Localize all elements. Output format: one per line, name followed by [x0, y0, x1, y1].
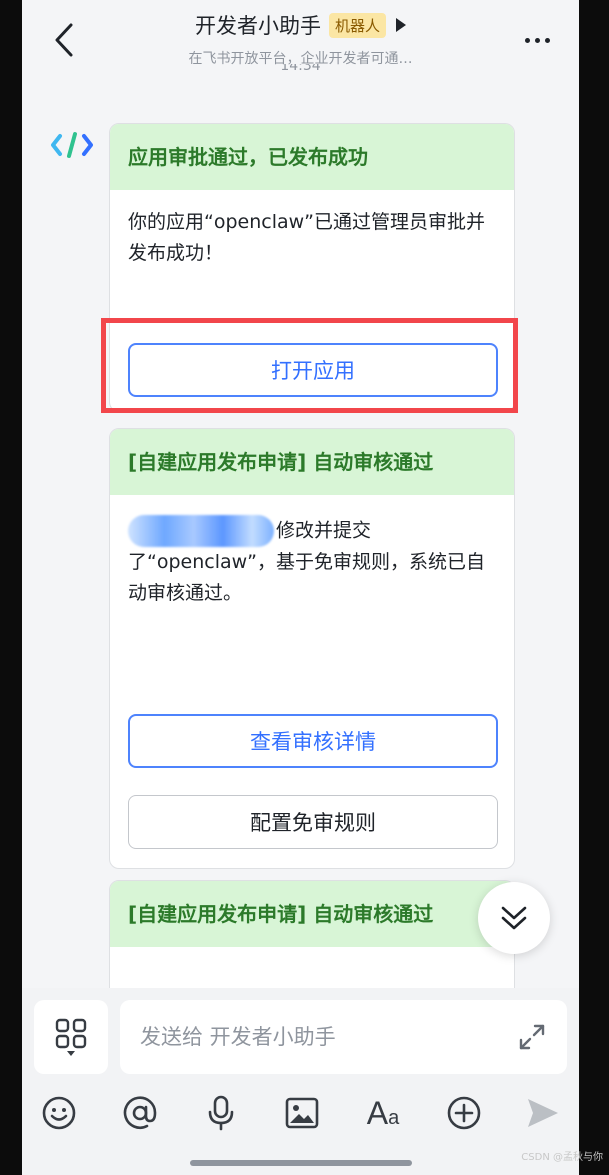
emoji-icon	[42, 1096, 76, 1130]
mic-icon	[208, 1095, 234, 1131]
text-format-icon: Aa	[366, 1094, 400, 1131]
chat-header: 开发者小助手 机器人 在飞书开放平台，企业开发者可通… 14:34	[22, 0, 579, 78]
mention-icon	[123, 1096, 157, 1129]
more-icon-dot	[544, 37, 550, 43]
scroll-to-bottom-button[interactable]	[478, 882, 550, 954]
bot-avatar-icon[interactable]	[50, 128, 94, 162]
chat-title-row[interactable]: 开发者小助手 机器人	[22, 10, 579, 40]
text-format-button[interactable]: Aa	[360, 1088, 406, 1138]
add-button[interactable]	[441, 1088, 487, 1138]
chat-title: 开发者小助手	[194, 14, 321, 38]
voice-button[interactable]	[198, 1088, 244, 1138]
watermark: CSDN @孟秋与你	[521, 1152, 603, 1163]
home-indicator	[190, 1160, 412, 1166]
chat-screen: 开发者小助手 机器人 在飞书开放平台，企业开发者可通… 14:34 应用审批通过…	[22, 0, 579, 1175]
image-button[interactable]	[279, 1088, 325, 1138]
mention-button[interactable]	[117, 1088, 163, 1138]
more-icon-dot	[534, 37, 540, 43]
more-icon	[524, 37, 530, 43]
apps-button[interactable]	[34, 1000, 108, 1074]
redacted-username	[128, 515, 274, 547]
card-body: 你的应用“openclaw”已通过管理员审批并发布成功！	[128, 211, 486, 264]
auto-review-card: [自建应用发布申请] 自动审核通过 修改并提交了“openclaw”，基于免审规…	[109, 428, 515, 869]
highlight-annotation	[101, 318, 518, 413]
more-button[interactable]	[517, 28, 557, 52]
composer-toolbar: Aa	[22, 1088, 579, 1138]
message-input[interactable]: 发送给 开发者小助手	[120, 1000, 567, 1074]
timestamp-text: 14:34	[280, 64, 321, 74]
message-input-placeholder: 发送给 开发者小助手	[140, 1025, 336, 1049]
bot-tag: 机器人	[328, 12, 386, 38]
apps-icon	[55, 1018, 87, 1056]
send-button[interactable]	[520, 1088, 566, 1138]
expand-icon[interactable]	[517, 1022, 547, 1052]
card-title: 应用审批通过，已发布成功	[110, 124, 514, 190]
send-icon	[528, 1099, 558, 1127]
message-timestamp: 14:34	[22, 64, 579, 78]
configure-exemption-rules-button[interactable]: 配置免审规则	[128, 795, 498, 849]
chevron-double-down-icon	[501, 906, 527, 930]
message-composer: 发送给 开发者小助手 Aa	[22, 988, 579, 1175]
view-review-details-button[interactable]: 查看审核详情	[128, 714, 498, 768]
emoji-button[interactable]	[36, 1088, 82, 1138]
play-arrow-icon	[396, 18, 406, 32]
add-icon	[447, 1096, 481, 1130]
image-icon	[285, 1097, 319, 1129]
card-body: 修改并提交了“openclaw”，基于免审规则，系统已自动审核通过。	[110, 495, 514, 609]
card-title: [自建应用发布申请] 自动审核通过	[110, 429, 514, 495]
card-title: [自建应用发布申请] 自动审核通过	[110, 881, 514, 947]
